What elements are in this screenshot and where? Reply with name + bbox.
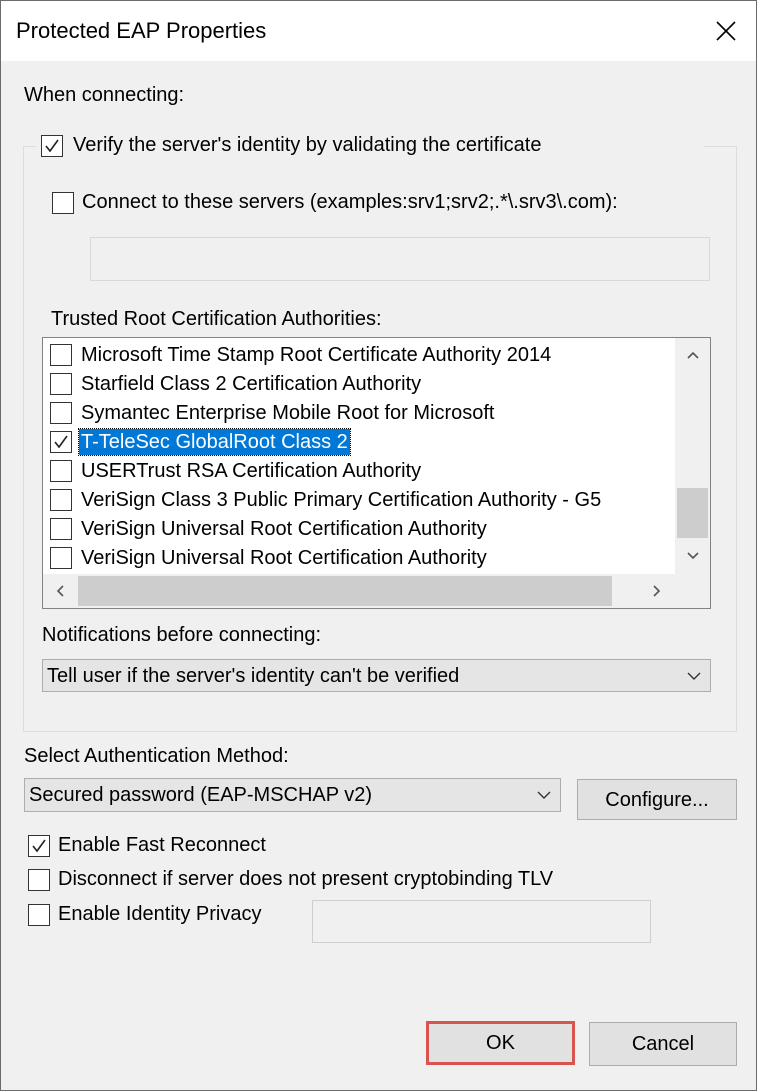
certificate-checkbox[interactable] (50, 373, 72, 395)
certificate-label: Symantec Enterprise Mobile Root for Micr… (81, 402, 495, 424)
cryptobinding-checkbox[interactable] (28, 869, 50, 891)
list-item[interactable]: USERTrust RSA Certification Authority (43, 456, 675, 485)
certificate-label: VeriSign Universal Root Certification Au… (81, 518, 487, 540)
cancel-button[interactable]: Cancel (589, 1022, 737, 1066)
list-item[interactable]: Starfield Class 2 Certification Authorit… (43, 369, 675, 398)
chevron-down-icon (537, 791, 551, 799)
certificate-checkbox[interactable] (50, 344, 72, 366)
close-icon (716, 21, 736, 41)
scroll-down-icon[interactable] (686, 551, 700, 561)
certificate-checkbox[interactable] (50, 431, 72, 453)
horizontal-scrollbar[interactable] (43, 574, 675, 608)
list-item-selected[interactable]: T-TeleSec GlobalRoot Class 2 (43, 427, 675, 456)
checkmark-icon (32, 839, 46, 853)
configure-button[interactable]: Configure... (577, 779, 737, 820)
certificate-label: USERTrust RSA Certification Authority (81, 460, 422, 482)
cryptobinding-label[interactable]: Disconnect if server does not present cr… (58, 868, 553, 891)
scroll-up-icon[interactable] (686, 350, 700, 360)
notifications-select-value: Tell user if the server's identity can't… (47, 665, 460, 687)
scroll-right-icon[interactable] (652, 584, 662, 598)
certificate-list[interactable]: Microsoft Time Stamp Root Certificate Au… (42, 337, 711, 609)
verify-server-checkbox[interactable] (41, 135, 63, 157)
certificate-checkbox[interactable] (50, 518, 72, 540)
checkmark-icon (54, 435, 68, 449)
when-connecting-label: When connecting: (24, 84, 185, 106)
list-item[interactable]: VeriSign Class 3 Public Primary Certific… (43, 485, 675, 514)
checkmark-icon (45, 139, 59, 153)
connect-servers-label[interactable]: Connect to these servers (examples:srv1;… (82, 191, 618, 214)
fast-reconnect-checkbox[interactable] (28, 835, 50, 857)
certificate-label: VeriSign Class 3 Public Primary Certific… (81, 489, 602, 511)
list-item[interactable]: Symantec Enterprise Mobile Root for Micr… (43, 398, 675, 427)
identity-privacy-checkbox[interactable] (28, 904, 50, 926)
vertical-scrollbar[interactable] (675, 338, 710, 574)
identity-privacy-input[interactable] (312, 900, 651, 943)
scroll-left-icon[interactable] (55, 584, 65, 598)
title-bar[interactable]: Protected EAP Properties (1, 1, 756, 61)
list-item[interactable]: VeriSign Universal Root Certification Au… (43, 543, 675, 572)
verify-server-label[interactable]: Verify the server's identity by validati… (73, 134, 542, 157)
notifications-select[interactable]: Tell user if the server's identity can't… (42, 659, 711, 692)
horizontal-scroll-thumb[interactable] (78, 576, 612, 606)
identity-privacy-label[interactable]: Enable Identity Privacy (58, 903, 261, 926)
auth-method-select[interactable]: Secured password (EAP-MSCHAP v2) (24, 778, 561, 812)
auth-method-select-value: Secured password (EAP-MSCHAP v2) (29, 784, 373, 806)
trusted-root-label: Trusted Root Certification Authorities: (51, 308, 382, 330)
vertical-scroll-thumb[interactable] (677, 488, 708, 538)
dialog-title: Protected EAP Properties (16, 18, 267, 43)
auth-method-label: Select Authentication Method: (24, 745, 289, 767)
close-button[interactable] (696, 1, 756, 61)
certificate-checkbox[interactable] (50, 402, 72, 424)
certificate-checkbox[interactable] (50, 489, 72, 511)
certificate-label: Microsoft Time Stamp Root Certificate Au… (81, 344, 552, 366)
chevron-down-icon (687, 672, 701, 680)
list-item[interactable]: VeriSign Universal Root Certification Au… (43, 514, 675, 543)
servers-input[interactable] (90, 237, 710, 281)
certificate-label: VeriSign Universal Root Certification Au… (81, 547, 487, 569)
dialog-window: Protected EAP Properties When connecting… (0, 0, 757, 1091)
certificate-checkbox[interactable] (50, 460, 72, 482)
list-item[interactable]: Microsoft Time Stamp Root Certificate Au… (43, 340, 675, 369)
ok-button[interactable]: OK (426, 1021, 575, 1065)
fast-reconnect-label[interactable]: Enable Fast Reconnect (58, 834, 266, 857)
certificate-label: T-TeleSec GlobalRoot Class 2 (78, 428, 351, 456)
notifications-label: Notifications before connecting: (42, 624, 322, 646)
certificate-label: Starfield Class 2 Certification Authorit… (81, 373, 422, 395)
connect-servers-checkbox[interactable] (52, 192, 74, 214)
certificate-checkbox[interactable] (50, 547, 72, 569)
